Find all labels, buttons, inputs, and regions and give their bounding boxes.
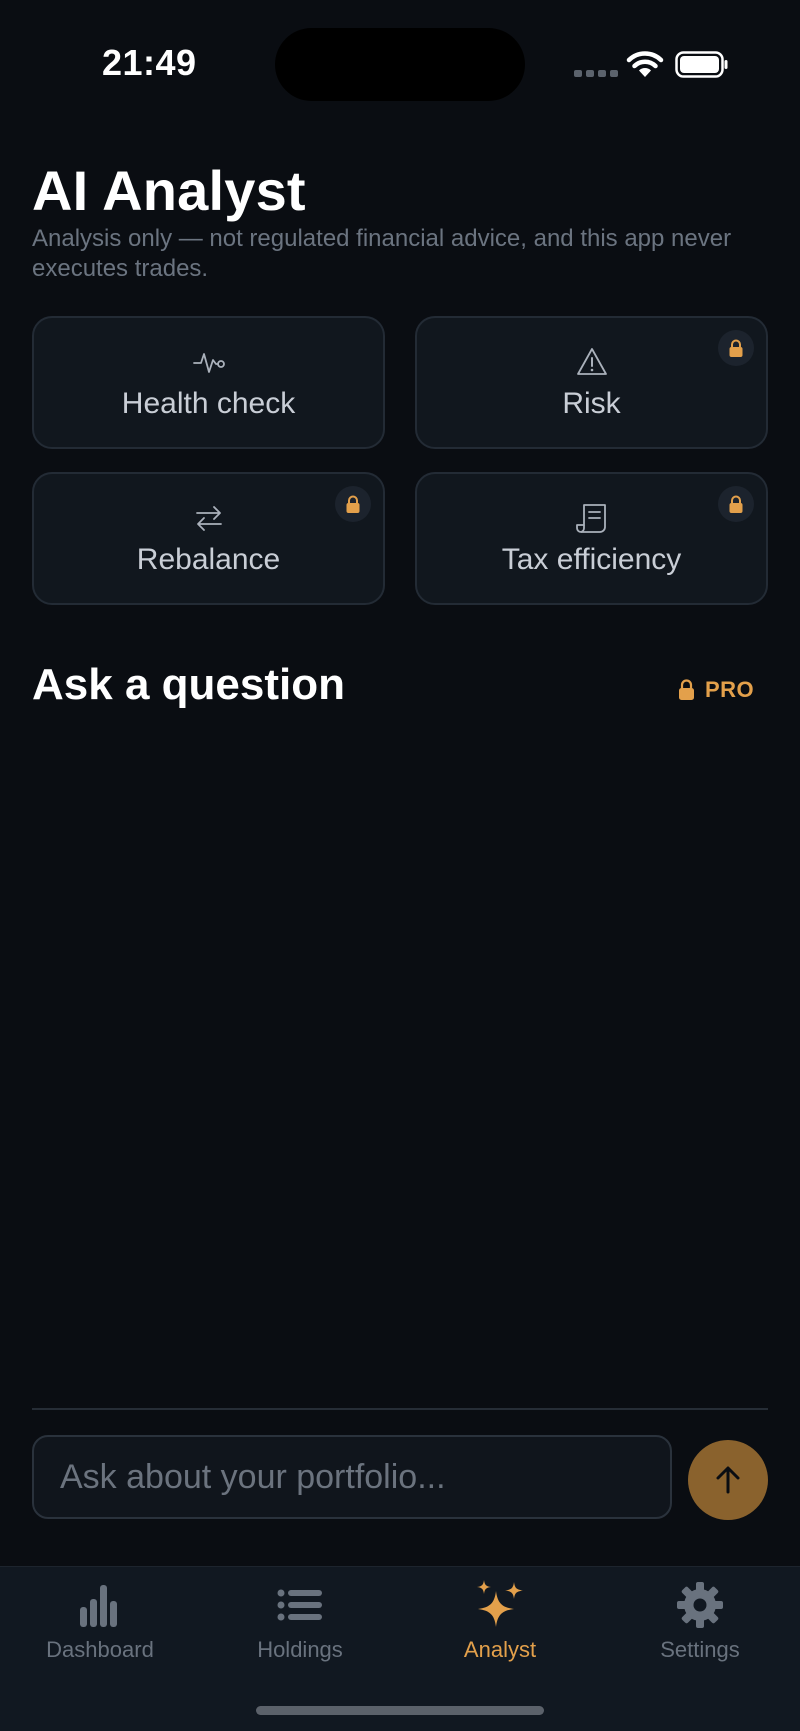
tab-label: Settings — [660, 1637, 740, 1662]
page-title: AI Analyst — [32, 159, 306, 222]
analyst-screen: 21:49 AI Analyst Analysis only — not reg… — [0, 0, 800, 1731]
lock-badge — [335, 486, 371, 522]
card-label: Risk — [562, 386, 621, 420]
pro-badge[interactable]: PRO — [678, 677, 754, 703]
lock-icon — [729, 495, 743, 513]
status-time: 21:49 — [102, 42, 197, 83]
question-input[interactable] — [32, 1435, 672, 1519]
disclaimer-text: Analysis only — not regulated financial … — [32, 225, 732, 282]
card-label: Rebalance — [136, 542, 281, 576]
ask-section-title: Ask a question — [32, 660, 345, 709]
tab-dashboard[interactable]: Dashboard — [0, 1579, 200, 1679]
card-label: Health check — [121, 386, 296, 420]
lock-badge — [718, 486, 754, 522]
tab-label: Analyst — [463, 1637, 537, 1662]
arrow-up-icon — [716, 1466, 740, 1494]
dynamic-island — [275, 28, 525, 101]
battery-icon — [675, 51, 728, 78]
cellular-signal-icon — [574, 70, 618, 77]
health-check-card[interactable]: Health check — [32, 316, 385, 449]
wifi-icon — [626, 51, 664, 77]
swap-arrows-icon — [195, 505, 222, 531]
tab-settings[interactable]: Settings — [600, 1579, 800, 1679]
tab-label: Holdings — [257, 1637, 343, 1662]
bar-chart-icon — [80, 1585, 117, 1627]
tab-holdings[interactable]: Holdings — [200, 1579, 400, 1679]
tab-label: Dashboard — [46, 1637, 154, 1662]
gear-icon — [677, 1582, 723, 1628]
risk-card[interactable]: Risk — [415, 316, 768, 449]
lock-icon — [679, 679, 694, 700]
home-indicator[interactable] — [256, 1706, 544, 1715]
tax-efficiency-card[interactable]: Tax efficiency — [415, 472, 768, 605]
receipt-icon — [575, 503, 606, 533]
card-label: Tax efficiency — [501, 542, 682, 576]
sparkles-icon — [477, 1580, 523, 1627]
list-icon — [277, 1589, 322, 1621]
rebalance-card[interactable]: Rebalance — [32, 472, 385, 605]
lock-badge — [718, 330, 754, 366]
pulse-icon — [192, 352, 225, 373]
send-button[interactable] — [688, 1440, 768, 1520]
divider — [32, 1408, 768, 1410]
warning-icon — [576, 347, 607, 375]
tab-analyst[interactable]: Analyst — [400, 1579, 600, 1679]
lock-icon — [729, 339, 743, 357]
lock-icon — [346, 495, 360, 513]
pro-badge-label: PRO — [705, 677, 755, 702]
